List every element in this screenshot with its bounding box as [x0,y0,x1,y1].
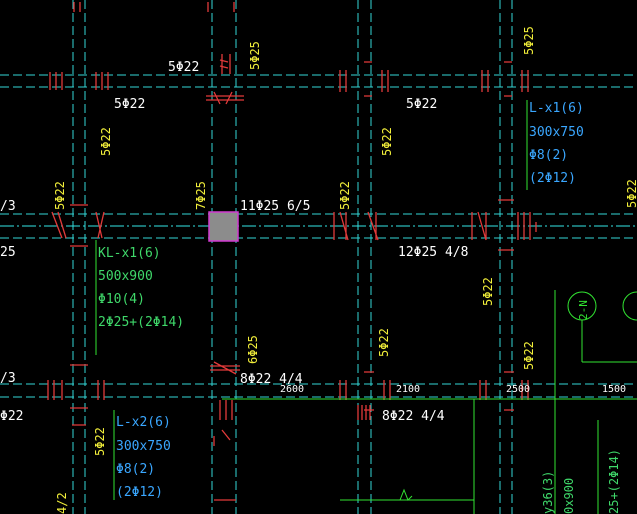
beam-stirrup: Φ10(4) [98,292,145,307]
beam-name: L-x1(6) [529,101,584,116]
beam-bars: 2Φ25+(2Φ14) [98,315,184,330]
vertical-bar-label: 5Φ22 [53,181,67,210]
vertical-bar-label: 5Φ22 [338,181,352,210]
vertical-bar-label: 5Φ22 [99,127,113,156]
beam-stirrup: Φ8(2) [529,148,568,163]
edge-label: /3 [0,371,16,386]
vertical-bar-label: 4/2 [55,492,69,514]
beam-l2-annotation[interactable]: L-x2(6) 300x750 Φ8(2) (2Φ12) [116,415,171,500]
beam-stirrup: Φ8(2) [116,462,155,477]
drawing-canvas[interactable]: 2-N 5Φ22 5Φ22 5Φ22 11Φ25 6/5 12Φ25 4/8 8… [0,0,637,514]
beam-bar-label: 12Φ25 4/8 [398,245,468,260]
vertical-bar-label: 5Φ22 [377,328,391,357]
beam-kl-annotation[interactable]: KL-x1(6) 500x900 Φ10(4) 2Φ25+(2Φ14) [98,246,184,330]
dimension-labels: 2600 2100 2500 1500 [280,384,626,395]
structural-plan: 2-N 5Φ22 5Φ22 5Φ22 11Φ25 6/5 12Φ25 4/8 8… [0,0,637,514]
vertical-bar-label: 5Φ22 [522,341,536,370]
beam-name: KL-x1(6) [98,246,161,261]
axis-tag: 2-N [577,300,590,320]
dimension-text: 2600 [280,384,304,395]
vertical-bar-label: 25+(2Φ14) [607,449,621,514]
bottom-right-labels: y36(3) 0x900 25+(2Φ14) [541,449,621,514]
top-bar-label: 5Φ22 [168,60,199,75]
axis-marker-partial [622,291,637,321]
edge-label: /3 [0,199,16,214]
vertical-bar-label: 7Φ25 [194,181,208,210]
edge-label: Φ22 [0,409,23,424]
vertical-bar-label: 0x900 [562,478,576,514]
beam-bar-label: 11Φ25 6/5 [240,199,310,214]
dimension-text: 2500 [506,384,530,395]
dimension-text: 1500 [602,384,626,395]
vertical-bar-label: 5Φ22 [93,427,107,456]
vertical-bar-label: 5Φ22 [380,127,394,156]
top-bar-label: 5Φ22 [114,97,145,112]
beam-l1-annotation[interactable]: L-x1(6) 300x750 Φ8(2) (2Φ12) [529,101,584,186]
vertical-bar-label: 5Φ22 [625,179,637,208]
vertical-bar-label: 5Φ22 [481,277,495,306]
beam-bar-label: 8Φ22 4/4 [382,409,445,424]
vertical-bar-label: 5Φ25 [248,41,262,70]
beam-size: 300x750 [116,439,171,454]
column-square[interactable] [208,211,239,242]
edge-label: 25 [0,245,16,260]
beam-bars: (2Φ12) [529,171,576,186]
top-bar-label: 5Φ22 [406,97,437,112]
vertical-bar-label: 6Φ25 [246,335,260,364]
beam-size: 500x900 [98,269,153,284]
vertical-bar-label: y36(3) [541,471,555,514]
beam-size: 300x750 [529,125,584,140]
vertical-bar-label: 5Φ25 [522,26,536,55]
dimension-text: 2100 [396,384,420,395]
beam-name: L-x2(6) [116,415,171,430]
beam-bars: (2Φ12) [116,485,163,500]
